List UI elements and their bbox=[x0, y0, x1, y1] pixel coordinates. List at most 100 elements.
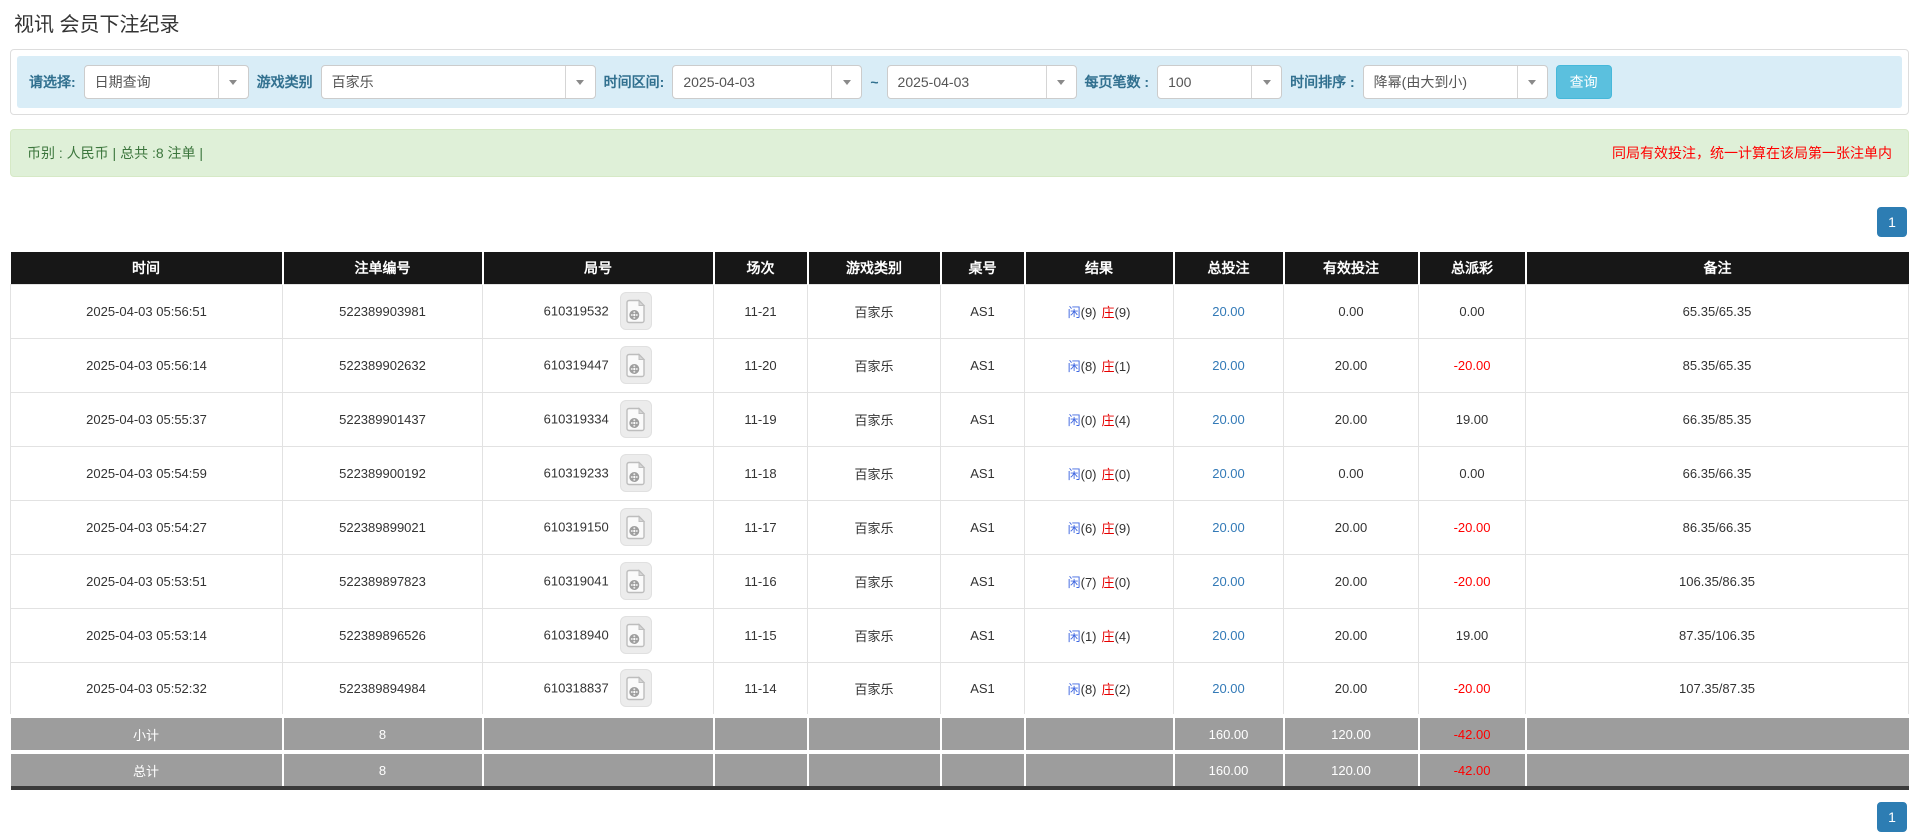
column-header: 有效投注 bbox=[1282, 252, 1419, 284]
video-record-icon[interactable] bbox=[620, 346, 653, 384]
cell-payout: -20.00 bbox=[1418, 553, 1526, 609]
round-id-text: 610318940 bbox=[543, 627, 609, 643]
chevron-down-icon bbox=[1045, 66, 1076, 98]
cell-game-type: 百家乐 bbox=[807, 337, 941, 393]
cell-time: 2025-04-03 05:54:27 bbox=[10, 499, 283, 555]
page-size-label: 每页笔数 : bbox=[1084, 74, 1150, 90]
column-header: 游戏类别 bbox=[806, 252, 941, 284]
result-banker-label: 庄 bbox=[1101, 358, 1115, 374]
cell-bet-id: 522389902632 bbox=[282, 337, 483, 393]
table-header-row: 时间 注单编号 局号 场次 游戏类别 桌号 结果 总投注 有效投注 总派彩 备注 bbox=[10, 252, 1909, 284]
result-player-label: 闲 bbox=[1067, 574, 1081, 590]
result-player-label: 闲 bbox=[1067, 358, 1081, 374]
cell-payout: 0.00 bbox=[1418, 283, 1526, 339]
cell-total-bet: 20.00 bbox=[1173, 445, 1284, 501]
cell-bet-id: 522389900192 bbox=[282, 445, 483, 501]
result-banker-points: (4) bbox=[1114, 628, 1131, 644]
total-bet-link[interactable]: 20.00 bbox=[1212, 412, 1245, 427]
cell-session: 11-18 bbox=[713, 445, 808, 501]
result-banker-points: (2) bbox=[1114, 681, 1131, 697]
cell-valid-bet: 20.00 bbox=[1283, 391, 1419, 447]
table-row: 2025-04-03 05:53:14 522389896526 610318940… bbox=[10, 607, 1909, 663]
result-banker-points: (9) bbox=[1114, 304, 1131, 320]
cell-session: 11-21 bbox=[713, 283, 808, 339]
pagination-page-button[interactable]: 1 bbox=[1877, 802, 1907, 832]
cell-valid-bet: 0.00 bbox=[1283, 445, 1419, 501]
cell-payout: 19.00 bbox=[1418, 607, 1526, 663]
table-body: 2025-04-03 05:56:51 522389903981 610319532… bbox=[10, 283, 1909, 790]
result-player-points: (1) bbox=[1080, 628, 1097, 644]
pagination-page-button[interactable]: 1 bbox=[1877, 207, 1907, 237]
total-bet-link[interactable]: 20.00 bbox=[1212, 628, 1245, 643]
search-button[interactable]: 查询 bbox=[1555, 65, 1612, 99]
table-row: 2025-04-03 05:55:37 522389901437 610319334… bbox=[10, 391, 1909, 447]
summary-payout: -42.00 bbox=[1417, 714, 1526, 752]
cell-total-bet: 20.00 bbox=[1173, 499, 1284, 555]
page-size-select[interactable]: 100 bbox=[1157, 65, 1283, 99]
result-banker-points: (0) bbox=[1114, 466, 1131, 482]
result-banker-label: 庄 bbox=[1101, 412, 1115, 428]
video-record-icon[interactable] bbox=[620, 454, 653, 492]
cell-session: 11-14 bbox=[713, 661, 808, 717]
cell-game-type: 百家乐 bbox=[807, 445, 941, 501]
cell-total-bet: 20.00 bbox=[1173, 391, 1284, 447]
total-bet-link[interactable]: 20.00 bbox=[1212, 466, 1245, 481]
summary-label: 小计 bbox=[10, 714, 283, 752]
cell-session: 11-20 bbox=[713, 337, 808, 393]
result-player-label: 闲 bbox=[1067, 466, 1081, 482]
result-player-label: 闲 bbox=[1067, 412, 1081, 428]
query-type-value: 日期查询 bbox=[94, 74, 151, 90]
video-record-icon[interactable] bbox=[620, 562, 653, 600]
cell-game-type: 百家乐 bbox=[807, 283, 941, 339]
cell-remark: 66.35/66.35 bbox=[1525, 445, 1909, 501]
round-id-text: 610319041 bbox=[543, 573, 609, 589]
cell-bet-id: 522389896526 bbox=[282, 607, 483, 663]
cell-time: 2025-04-03 05:56:51 bbox=[10, 283, 283, 339]
video-record-icon[interactable] bbox=[620, 292, 653, 330]
summary-empty-cell bbox=[806, 714, 941, 752]
cell-payout: -20.00 bbox=[1418, 337, 1526, 393]
query-type-select[interactable]: 日期查询 bbox=[83, 65, 249, 99]
filter-panel: 请选择: 日期查询 游戏类别 百家乐 时间区间: 2025-04-03 ~ 20… bbox=[10, 49, 1909, 115]
total-bet-link[interactable]: 20.00 bbox=[1212, 304, 1245, 319]
round-id-text: 610319334 bbox=[543, 411, 609, 427]
summary-count: 8 bbox=[281, 714, 483, 752]
video-record-icon[interactable] bbox=[620, 669, 653, 708]
date-from-select[interactable]: 2025-04-03 bbox=[672, 65, 863, 99]
round-id-text: 610319150 bbox=[543, 519, 609, 535]
cell-payout: -20.00 bbox=[1418, 661, 1526, 717]
notice-text: 同局有效投注，统一计算在该局第一张注单内 bbox=[1612, 145, 1892, 161]
video-record-icon[interactable] bbox=[620, 616, 653, 654]
cell-session: 11-19 bbox=[713, 391, 808, 447]
time-range-label: 时间区间: bbox=[603, 74, 665, 90]
cell-valid-bet: 20.00 bbox=[1283, 553, 1419, 609]
round-id-text: 610318837 bbox=[543, 680, 609, 696]
summary-valid-bet: 120.00 bbox=[1282, 714, 1419, 752]
total-bet-link[interactable]: 20.00 bbox=[1212, 574, 1245, 589]
video-record-icon[interactable] bbox=[620, 400, 653, 438]
total-bet-link[interactable]: 20.00 bbox=[1212, 520, 1245, 535]
date-to-select[interactable]: 2025-04-03 bbox=[886, 65, 1077, 99]
result-player-points: (9) bbox=[1080, 304, 1097, 320]
cell-valid-bet: 0.00 bbox=[1283, 283, 1419, 339]
summary-total-bet: 160.00 bbox=[1172, 714, 1284, 752]
cell-round-id: 610319447 bbox=[482, 337, 714, 393]
game-type-label: 游戏类别 bbox=[256, 74, 313, 90]
game-type-select[interactable]: 百家乐 bbox=[320, 65, 596, 99]
result-banker-label: 庄 bbox=[1101, 304, 1115, 320]
video-record-icon[interactable] bbox=[620, 508, 653, 546]
cell-time: 2025-04-03 05:56:14 bbox=[10, 337, 283, 393]
cell-time: 2025-04-03 05:53:51 bbox=[10, 553, 283, 609]
cell-bet-id: 522389903981 bbox=[282, 283, 483, 339]
total-bet-link[interactable]: 20.00 bbox=[1212, 681, 1245, 696]
result-banker-points: (4) bbox=[1114, 412, 1131, 428]
total-bet-link[interactable]: 20.00 bbox=[1212, 358, 1245, 373]
summary-total-bet: 160.00 bbox=[1172, 750, 1284, 790]
cell-time: 2025-04-03 05:55:37 bbox=[10, 391, 283, 447]
result-player-points: (8) bbox=[1080, 681, 1097, 697]
bet-records-table: 时间 注单编号 局号 场次 游戏类别 桌号 结果 总投注 有效投注 总派彩 备注 2025-04-0… bbox=[10, 252, 1909, 790]
time-sort-select[interactable]: 降幂(由大到小) bbox=[1362, 65, 1548, 99]
summary-valid-bet: 120.00 bbox=[1282, 750, 1419, 790]
date-to-value: 2025-04-03 bbox=[897, 74, 970, 90]
result-banker-label: 庄 bbox=[1101, 574, 1115, 590]
